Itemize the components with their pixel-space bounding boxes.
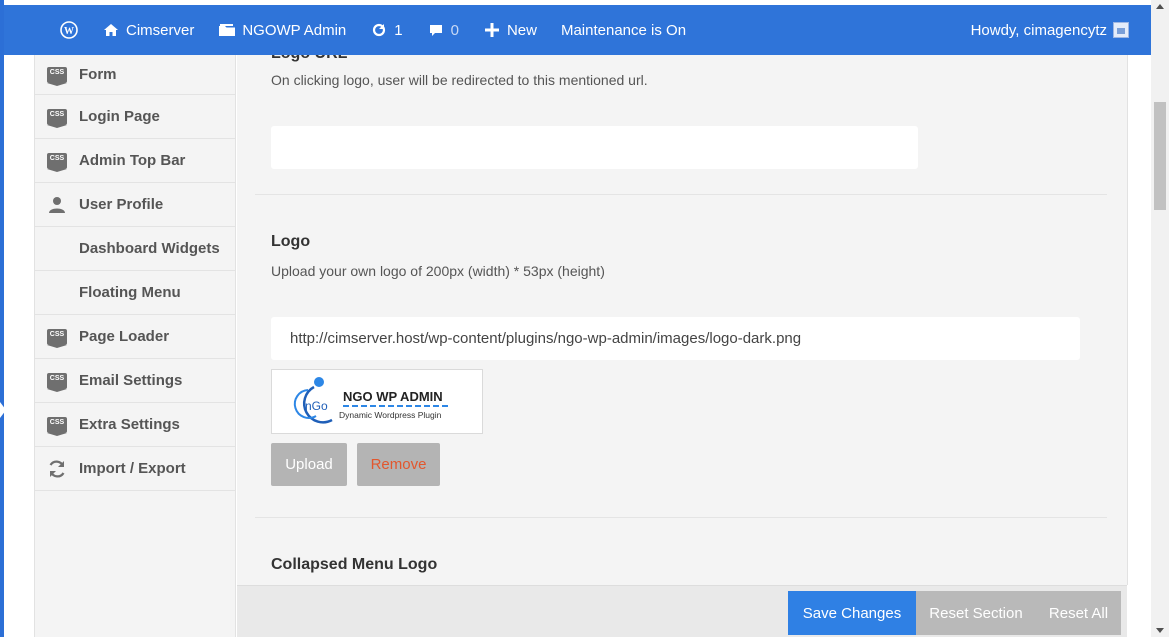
howdy-label: Howdy, cimagencytz <box>970 21 1107 39</box>
reset-section-button[interactable]: Reset Section <box>916 591 1036 635</box>
reset-all-button[interactable]: Reset All <box>1036 591 1121 635</box>
comments-link[interactable]: 0 <box>415 5 471 55</box>
css-icon: CSS <box>47 328 67 348</box>
home-icon <box>102 21 120 39</box>
sidebar-item-label: Dashboard Widgets <box>79 240 220 257</box>
sidebar-item-label: Import / Export <box>79 460 186 477</box>
maintenance-status-link[interactable]: Maintenance is On <box>549 5 698 55</box>
scroll-down-icon[interactable] <box>1156 628 1164 633</box>
new-label: New <box>506 21 537 39</box>
logo-section-title: Logo <box>271 233 311 250</box>
scrollbar-thumb[interactable] <box>1154 102 1166 210</box>
css-icon: CSS <box>47 66 67 86</box>
section-divider <box>255 517 1107 518</box>
sidebar-item-floating-menu[interactable]: Floating Menu <box>35 271 235 315</box>
comments-count: 0 <box>450 21 459 39</box>
sidebar-item-form[interactable]: CSS Form <box>35 55 235 95</box>
sidebar-item-user-profile[interactable]: User Profile <box>35 183 235 227</box>
admin-plugin-label: NGOWP Admin <box>242 21 347 39</box>
css-icon: CSS <box>47 108 67 128</box>
my-account-menu[interactable]: Howdy, cimagencytz <box>971 22 1151 39</box>
sidebar-item-label: Login Page <box>79 108 160 125</box>
sidebar-item-label: Floating Menu <box>79 284 181 301</box>
collapsed-logo-title: Collapsed Menu Logo <box>271 556 438 573</box>
wordpress-icon: W <box>60 21 78 39</box>
sidebar-item-dashboard-widgets[interactable]: Dashboard Widgets <box>35 227 235 271</box>
avatar <box>1113 22 1129 38</box>
logo-url-input[interactable] <box>271 126 918 169</box>
logo-preview-image: nGo NGO WP ADMIN Dynamic Wordpress Plugi… <box>271 369 483 434</box>
scroll-up-icon[interactable] <box>1156 4 1164 9</box>
svg-text:W: W <box>64 26 74 37</box>
save-changes-button[interactable]: Save Changes <box>788 591 916 635</box>
logo-mark-text: nGo <box>305 399 328 413</box>
sidebar-item-label: Admin Top Bar <box>79 152 186 169</box>
sidebar-item-label: Extra Settings <box>79 416 180 433</box>
wordpress-logo-menu[interactable]: W <box>4 5 90 55</box>
new-content-link[interactable]: New <box>471 5 549 55</box>
left-edge-bar <box>0 0 4 637</box>
logo-url-description: On clicking logo, user will be redirecte… <box>271 72 648 88</box>
settings-sidebar: CSS Form CSS Login Page CSS Admin Top Bar User… <box>34 55 236 637</box>
save-bar: Save Changes Reset Section Reset All <box>237 585 1127 637</box>
refresh-icon <box>47 459 67 479</box>
logo-url-value: http://cimserver.host/wp-content/plugins… <box>290 330 802 347</box>
page-scrollbar[interactable] <box>1151 0 1169 637</box>
css-icon: CSS <box>47 152 67 172</box>
sidebar-item-admin-top-bar[interactable]: CSS Admin Top Bar <box>35 139 235 183</box>
collapse-notch[interactable] <box>0 402 6 418</box>
updates-count: 1 <box>394 21 403 39</box>
updates-link[interactable]: 1 <box>358 5 414 55</box>
sidebar-item-email-settings[interactable]: CSS Email Settings <box>35 359 235 403</box>
upload-button[interactable]: Upload <box>271 443 347 486</box>
logo-url-title: Logo URL <box>271 55 347 63</box>
folder-icon <box>218 21 236 39</box>
site-name-link[interactable]: Cimserver <box>90 5 206 55</box>
css-icon: CSS <box>47 372 67 392</box>
sidebar-item-page-loader[interactable]: CSS Page Loader <box>35 315 235 359</box>
remove-button[interactable]: Remove <box>357 443 440 486</box>
logo-tagline-text: Dynamic Wordpress Plugin <box>339 410 442 420</box>
admin-top-bar: W Cimserver NGOWP Admin 1 0 New Maintena… <box>4 5 1151 55</box>
sidebar-item-login-page[interactable]: CSS Login Page <box>35 95 235 139</box>
section-divider <box>255 194 1107 195</box>
logo-url-field[interactable]: http://cimserver.host/wp-content/plugins… <box>271 317 1080 360</box>
user-icon <box>47 195 67 215</box>
panel-border <box>1127 55 1128 585</box>
maintenance-label: Maintenance is On <box>560 21 687 39</box>
site-name-label: Cimserver <box>126 21 195 39</box>
plus-icon <box>483 21 501 39</box>
comment-icon <box>427 21 445 39</box>
settings-main-panel: Logo URL On clicking logo, user will be … <box>237 55 1127 637</box>
admin-plugin-link[interactable]: NGOWP Admin <box>206 5 358 55</box>
sidebar-item-label: Email Settings <box>79 372 183 389</box>
sidebar-item-extra-settings[interactable]: CSS Extra Settings <box>35 403 235 447</box>
updates-icon <box>370 21 388 39</box>
sidebar-item-label: Page Loader <box>79 328 170 345</box>
logo-description: Upload your own logo of 200px (width) * … <box>271 263 605 279</box>
sidebar-item-label: Form <box>79 66 117 83</box>
sidebar-item-import-export[interactable]: Import / Export <box>35 447 235 491</box>
logo-brand-text: NGO WP ADMIN <box>343 389 443 404</box>
css-icon: CSS <box>47 416 67 436</box>
sidebar-item-label: User Profile <box>79 196 164 213</box>
